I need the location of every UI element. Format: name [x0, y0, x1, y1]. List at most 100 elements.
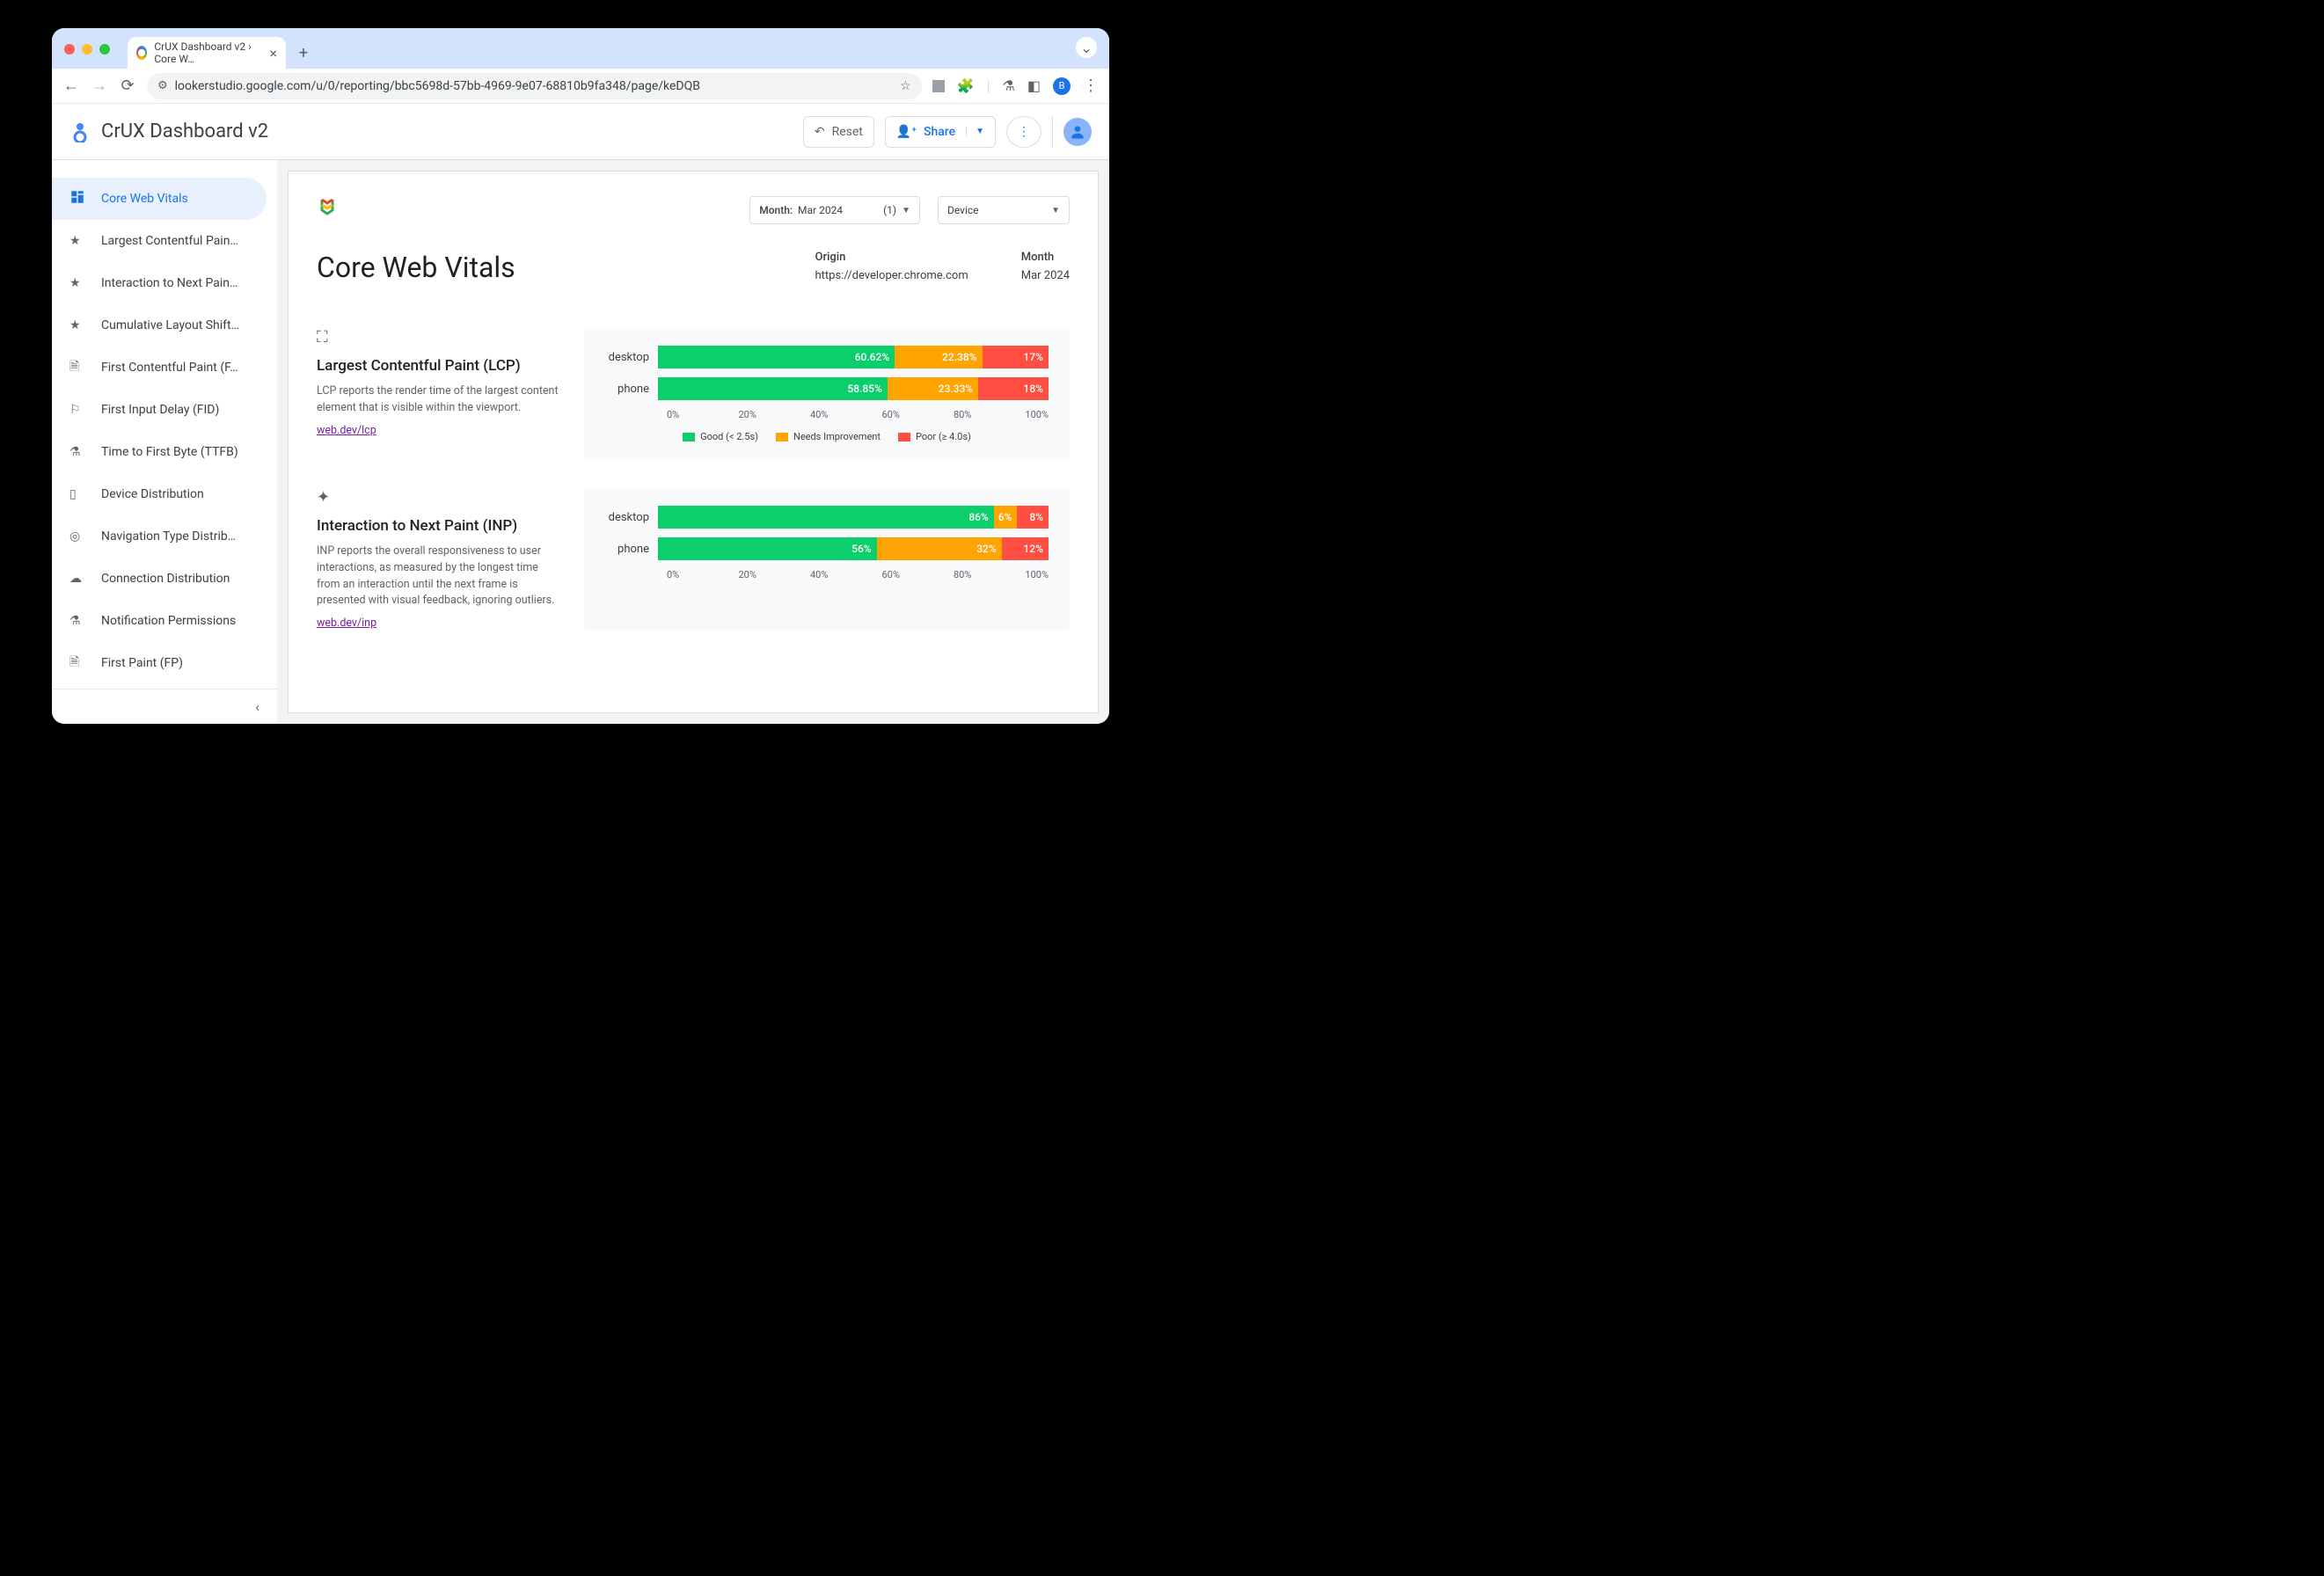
side-panel-icon[interactable]: ◧	[1027, 77, 1041, 94]
bar-track: 56%32%12%	[658, 537, 1049, 560]
labs-icon[interactable]: ⚗	[1003, 77, 1015, 94]
window-controls	[64, 44, 110, 55]
chevron-left-icon: ‹	[255, 698, 259, 715]
metric-inp: ✦ Interaction to Next Paint (INP) INP repo…	[317, 488, 1070, 630]
app-header: CrUX Dashboard v2 ↶ Reset 👤⁺ Share ▼ ⋮	[52, 104, 1109, 160]
omnibox[interactable]: ⚙ lookerstudio.google.com/u/0/reporting/…	[147, 73, 922, 99]
origin-label: Origin	[815, 251, 968, 264]
close-window-icon[interactable]	[64, 44, 75, 55]
axis-tick: 60%	[881, 409, 953, 420]
device-filter-label: Device	[947, 204, 979, 216]
metric-description: INP reports the overall responsiveness t…	[317, 544, 563, 609]
sidebar-item-label: First Contentful Paint (F…	[101, 361, 238, 375]
compass-icon: ◎	[69, 529, 87, 544]
fullscreen-icon: ⛶	[317, 328, 563, 347]
tab-overflow-button[interactable]: ⌄	[1076, 37, 1097, 58]
extensions-menu-icon[interactable]: 🧩	[957, 77, 975, 94]
sidebar-item-label: Cumulative Layout Shift…	[101, 318, 239, 332]
axis-tick: 40%	[810, 409, 881, 420]
bar-track: 86%6%8%	[658, 506, 1049, 529]
share-dropdown-icon[interactable]: ▼	[966, 127, 984, 136]
sidebar-item-connection-distribution[interactable]: ☁Connection Distribution	[52, 558, 267, 600]
metric-doc-link[interactable]: web.dev/lcp	[317, 424, 376, 437]
sidebar-item-cumulative-layout-shift[interactable]: ★Cumulative Layout Shift…	[52, 304, 267, 347]
device-filter[interactable]: Device ▼	[938, 196, 1070, 224]
sidebar-item-label: Notification Permissions	[101, 614, 236, 628]
page-title: Core Web Vitals	[317, 251, 515, 284]
tab-close-icon[interactable]: ×	[269, 45, 277, 62]
metric-info: ⛶Largest Contentful Paint (LCP)LCP repor…	[317, 328, 563, 460]
kebab-icon: ⋮	[1018, 125, 1030, 139]
metric-chart: desktop60.62%22.38%17%phone58.85%23.33%1…	[584, 328, 1070, 460]
maximize-window-icon[interactable]	[99, 44, 110, 55]
minimize-window-icon[interactable]	[82, 44, 92, 55]
axis-tick: 80%	[954, 569, 1025, 580]
extension-icon[interactable]	[932, 80, 945, 92]
url-text: lookerstudio.google.com/u/0/reporting/bb…	[175, 79, 700, 93]
legend-item-ni: Needs Improvement	[776, 431, 881, 442]
bookmark-star-icon[interactable]: ☆	[900, 79, 911, 93]
forward-button: →	[91, 77, 108, 95]
sidebar-item-first-input-delay-fid[interactable]: ⚐First Input Delay (FID)	[52, 389, 267, 431]
bar-segment-good: 56%	[658, 537, 877, 560]
dashboard-icon	[69, 189, 87, 208]
sidebar-item-device-distribution[interactable]: ▯Device Distribution	[52, 473, 267, 515]
reset-button[interactable]: ↶ Reset	[803, 116, 874, 148]
month-filter[interactable]: Month: Mar 2024 (1) ▼	[749, 196, 920, 224]
app-title: CrUX Dashboard v2	[101, 120, 268, 142]
sidebar-item-largest-contentful-pain[interactable]: ★Largest Contentful Pain…	[52, 220, 267, 262]
report-canvas: Month: Mar 2024 (1) ▼ Device ▼ Core Web …	[277, 160, 1109, 724]
axis-tick: 20%	[738, 409, 809, 420]
sidebar-collapse-button[interactable]: ‹	[52, 689, 277, 724]
cloud-icon: ☁	[69, 572, 87, 586]
new-tab-button[interactable]: +	[291, 40, 316, 65]
flag-icon: ⚐	[69, 403, 87, 417]
bar-category-label: phone	[605, 543, 658, 556]
axis-tick: 100%	[1025, 569, 1049, 580]
bar-segment-ni: 23.33%	[888, 377, 978, 400]
cursor-click-icon: ✦	[317, 488, 563, 507]
profile-avatar[interactable]: B	[1053, 77, 1071, 95]
month-filter-count: (1)	[883, 204, 896, 216]
legend-item-poor: Poor (≥ 4.0s)	[898, 431, 971, 442]
origin-meta: Origin https://developer.chrome.com	[815, 251, 968, 284]
header-divider	[1052, 116, 1053, 148]
sidebar-item-label: Navigation Type Distrib…	[101, 529, 236, 544]
sidebar-item-first-paint-fp[interactable]: 🗎First Paint (FP)	[52, 642, 267, 684]
month-value: Mar 2024	[1021, 269, 1070, 282]
looker-studio-logo-icon	[69, 121, 91, 142]
metric-doc-link[interactable]: web.dev/inp	[317, 617, 376, 630]
metric-description: LCP reports the render time of the large…	[317, 383, 563, 417]
reset-label: Reset	[832, 125, 863, 139]
person-add-icon: 👤⁺	[896, 125, 917, 139]
metric-title: Interaction to Next Paint (INP)	[317, 517, 563, 535]
site-settings-icon[interactable]: ⚙	[157, 79, 168, 92]
chrome-menu-icon[interactable]: ⋮	[1083, 77, 1099, 95]
share-button[interactable]: 👤⁺ Share ▼	[885, 116, 996, 148]
sidebar-item-time-to-first-byte-ttfb[interactable]: ⚗Time to First Byte (TTFB)	[52, 431, 267, 473]
account-avatar[interactable]	[1063, 118, 1092, 146]
doc-icon: 🗎	[69, 653, 87, 674]
sidebar-item-label: Largest Contentful Pain…	[101, 234, 238, 248]
month-filter-value: Mar 2024	[798, 204, 843, 216]
sidebar-item-label: Interaction to Next Pain…	[101, 276, 238, 290]
sidebar-item-notification-permissions[interactable]: ⚗Notification Permissions	[52, 600, 267, 642]
sidebar-item-navigation-type-distrib[interactable]: ◎ Navigation Type Distrib…	[52, 515, 267, 558]
sidebar-item-label: Device Distribution	[101, 487, 204, 501]
bar-segment-good: 86%	[658, 506, 994, 529]
metric-chart: desktop86%6%8%phone56%32%12%0%20%40%60%8…	[584, 488, 1070, 630]
sidebar-item-core-web-vitals[interactable]: Core Web Vitals	[52, 178, 267, 220]
more-options-button[interactable]: ⋮	[1006, 116, 1041, 148]
back-button[interactable]: ←	[62, 77, 80, 95]
tab-strip: CrUX Dashboard v2 › Core W… × + ⌄	[52, 28, 1109, 69]
bar-segment-ni: 6%	[994, 506, 1018, 529]
reload-button[interactable]: ⟳	[119, 77, 136, 95]
share-label: Share	[924, 125, 955, 139]
sidebar: Core Web Vitals★Largest Contentful Pain……	[52, 160, 277, 724]
axis-tick: 40%	[810, 569, 881, 580]
sidebar-item-first-contentful-paint-f[interactable]: 🗎First Contentful Paint (F…	[52, 347, 267, 389]
sidebar-item-interaction-to-next-pain[interactable]: ★Interaction to Next Pain…	[52, 262, 267, 304]
browser-window: CrUX Dashboard v2 › Core W… × + ⌄ ← → ⟳ …	[52, 28, 1109, 724]
favicon-icon	[136, 46, 147, 60]
browser-tab[interactable]: CrUX Dashboard v2 › Core W… ×	[128, 37, 286, 69]
